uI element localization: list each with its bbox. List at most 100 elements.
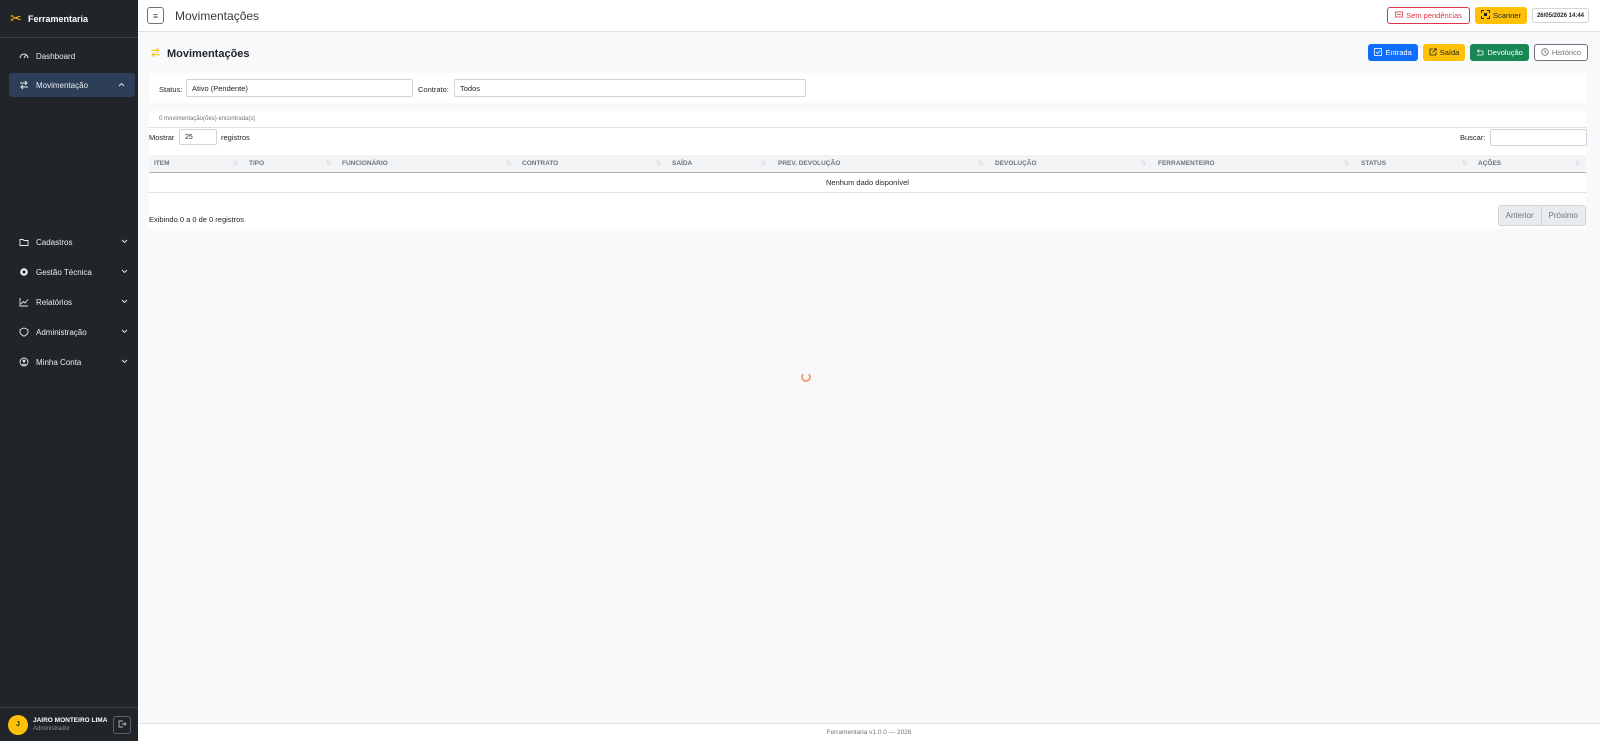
user-role: Administrador	[33, 726, 71, 732]
gear-icon	[18, 266, 30, 278]
hamburger-icon: ≡	[152, 10, 159, 21]
chevron-down-icon	[121, 267, 128, 276]
status-select[interactable]: Ativo (Pendente)	[186, 79, 413, 97]
sort-icon: ⇅	[1344, 161, 1350, 167]
user-name: JAIRO MONTEIRO LIMA	[33, 717, 108, 724]
column-header-acoes[interactable]: AÇÕES	[1478, 160, 1501, 167]
entrada-label: Entrada	[1385, 48, 1412, 57]
empty-table-row: Nenhum dado disponível	[149, 173, 1586, 193]
sidebar-item-label: Relatórios	[36, 297, 73, 307]
loading-spinner-icon	[801, 372, 811, 382]
folder-icon	[18, 236, 30, 248]
footer-text: Ferramentaria v1.0.0 — 2026	[826, 729, 912, 736]
tools-icon: ✂	[10, 10, 22, 26]
column-header-funcionario[interactable]: FUNCIONÁRIO	[342, 160, 388, 167]
contrato-select[interactable]: Todos	[454, 79, 806, 97]
empty-message: Nenhum dado disponível	[826, 178, 909, 187]
sort-icon: ⇅	[761, 161, 767, 167]
topbar: ≡ Movimentações Sem pendências Scanner 2…	[138, 0, 1600, 32]
contrato-filter-label: Contrato:	[418, 85, 449, 94]
scan-icon	[1481, 10, 1490, 21]
footer: Ferramentaria v1.0.0 — 2026	[138, 723, 1600, 741]
pending-button[interactable]: Sem pendências	[1387, 7, 1471, 24]
sidebar-item-label: Administração	[36, 327, 87, 337]
scanner-button[interactable]: Scanner	[1475, 7, 1527, 24]
chevron-down-icon	[121, 237, 128, 246]
topbar-title: Movimentações	[175, 9, 260, 23]
sidebar-item-label: Gestão Técnica	[36, 267, 92, 277]
return-icon	[1476, 48, 1484, 58]
table-header: ITEM ⇅ TIPO ⇅ FUNCIONÁRIO ⇅ CONTRATO ⇅ S…	[149, 155, 1586, 173]
sidebar-item-relatorios[interactable]: Relatórios	[9, 290, 138, 314]
sidebar-item-gestao-tecnica[interactable]: Gestão Técnica	[9, 260, 138, 284]
arrows-exchange-icon	[150, 47, 161, 61]
sort-icon: ⇅	[1462, 161, 1468, 167]
menu-toggle-button[interactable]: ≡	[147, 7, 164, 24]
line-chart-icon	[18, 296, 30, 308]
user-circle-icon	[18, 356, 30, 368]
page-size-select[interactable]: 25	[179, 129, 217, 145]
chevron-up-icon	[118, 80, 125, 89]
sidebar-item-movimentacao[interactable]: Movimentação	[9, 73, 135, 97]
bell-off-icon	[1395, 11, 1404, 20]
sort-icon: ⇅	[1141, 161, 1147, 167]
column-header-prev-devolucao[interactable]: PREV. DEVOLUÇÃO	[778, 160, 840, 167]
column-header-contrato[interactable]: CONTRATO	[522, 160, 558, 167]
brand[interactable]: ✂ Ferramentaria	[0, 0, 138, 38]
records-label: registros	[221, 133, 250, 142]
sort-icon: ⇅	[326, 161, 332, 167]
column-header-saida[interactable]: SAÍDA	[672, 160, 692, 167]
previous-page-button[interactable]: Anterior	[1498, 206, 1541, 225]
sidebar-item-label: Cadastros	[36, 237, 73, 247]
saida-button[interactable]: Saída	[1422, 44, 1466, 61]
chevron-down-icon	[121, 297, 128, 306]
column-header-devolucao[interactable]: DEVOLUÇÃO	[995, 160, 1037, 167]
scanner-label: Scanner	[1493, 11, 1521, 20]
search-label: Buscar:	[1460, 133, 1486, 142]
devolucao-label: Devolução	[1487, 48, 1523, 57]
column-header-tipo[interactable]: TIPO	[249, 160, 264, 167]
results-count: 0 movimentação(ões) encontrada(s)	[159, 116, 256, 122]
table-info: Exibindo 0 a 0 de 0 registros	[149, 215, 245, 224]
user-panel: J JAIRO MONTEIRO LIMA Administrador	[0, 707, 138, 741]
search-input[interactable]	[1490, 129, 1587, 146]
column-header-ferramenteiro[interactable]: FERRAMENTEIRO	[1158, 160, 1215, 167]
next-page-button[interactable]: Próximo	[1540, 206, 1585, 225]
chevron-down-icon	[121, 327, 128, 336]
movements-table-card: 0 movimentação(ões) encontrada(s) Mostra…	[149, 111, 1587, 229]
main-content: Movimentações Entrada Saída Devolução Hi…	[138, 32, 1600, 723]
sidebar-item-label: Minha Conta	[36, 357, 82, 367]
status-filter-label: Status:	[159, 85, 183, 94]
entrada-button[interactable]: Entrada	[1368, 44, 1418, 61]
pending-label: Sem pendências	[1406, 11, 1463, 20]
historico-label: Histórico	[1551, 48, 1581, 57]
devolucao-button[interactable]: Devolução	[1470, 44, 1529, 61]
filter-bar: Status: Ativo (Pendente) Contrato: Todos	[149, 73, 1586, 103]
arrows-exchange-icon	[18, 79, 30, 91]
sort-icon: ⇅	[233, 161, 239, 167]
sort-icon: ⇅	[1575, 161, 1581, 167]
show-entries-label: Mostrar	[149, 133, 175, 142]
sidebar-item-minha-conta[interactable]: Minha Conta	[9, 350, 138, 374]
sort-icon: ⇅	[506, 161, 512, 167]
sidebar-item-label: Dashboard	[36, 51, 76, 61]
clock-icon	[1541, 47, 1549, 58]
box-arrow-up-right-icon	[1429, 47, 1437, 58]
column-header-status[interactable]: STATUS	[1361, 160, 1386, 167]
sort-icon: ⇅	[656, 161, 662, 167]
avatar: J	[8, 714, 28, 735]
sidebar-item-dashboard[interactable]: Dashboard	[9, 44, 138, 68]
sort-icon: ⇅	[978, 161, 984, 167]
pagination: Anterior Próximo	[1497, 205, 1586, 226]
sidebar-item-cadastros[interactable]: Cadastros	[9, 230, 138, 254]
logout-button[interactable]	[113, 715, 131, 734]
sidebar-item-label: Movimentação	[36, 80, 89, 90]
datetime-badge: 26/05/2026 14:44	[1531, 8, 1589, 23]
logout-icon	[118, 720, 127, 730]
historico-button[interactable]: Histórico	[1533, 44, 1588, 61]
page-title: Movimentações	[167, 48, 250, 60]
sidebar-item-administracao[interactable]: Administração	[9, 320, 138, 344]
column-header-item[interactable]: ITEM	[154, 160, 170, 167]
chevron-down-icon	[121, 357, 128, 366]
brand-name: Ferramentaria	[28, 13, 89, 24]
